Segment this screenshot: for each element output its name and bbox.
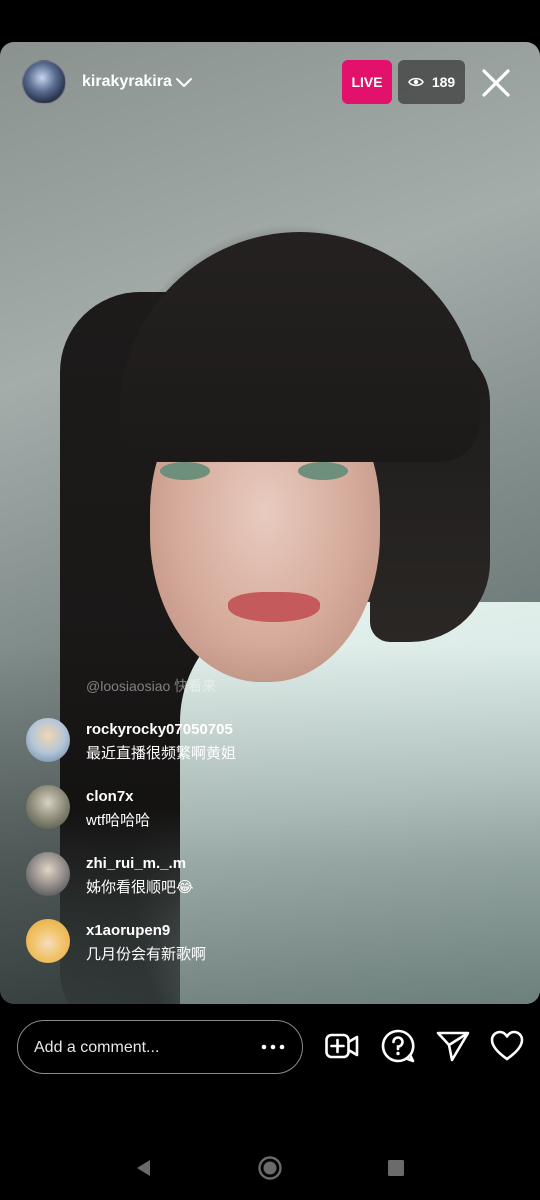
chevron-down-icon[interactable] [174,72,194,92]
comment-input[interactable]: Add a comment... [17,1020,303,1074]
comment-item[interactable]: x1aorupen9 几月份会有新歌啊 [26,917,356,984]
comment-item[interactable]: zhi_rui_m._.m 姊你看很顺吧😂 [26,850,356,917]
question-icon[interactable] [380,1028,416,1064]
home-icon[interactable] [256,1154,284,1182]
comment-text: 姊你看很顺吧😂 [86,879,194,896]
composer-bar: Add a comment... [0,1014,540,1084]
send-icon[interactable] [435,1028,471,1064]
video-watermark: @loosiaosiao 快看来 [86,678,217,694]
live-header: kirakyrakira LIVE 189 [0,58,540,108]
more-dots-icon[interactable] [258,1037,288,1057]
commenter-username[interactable]: x1aorupen9 [86,922,170,939]
commenter-username[interactable]: clon7x [86,788,134,805]
video-eye-right [298,462,348,480]
comment-text: 几月份会有新歌啊 [86,946,207,963]
video-eye-left [160,462,210,480]
commenter-avatar[interactable] [26,718,70,762]
video-mouth [228,592,320,622]
eye-icon [407,77,424,87]
heart-icon[interactable] [489,1028,525,1064]
system-nav-bar [0,1130,540,1200]
comment-item[interactable]: clon7x wtf哈哈哈 [26,783,356,850]
host-username[interactable]: kirakyrakira [82,73,172,91]
comment-item[interactable]: rockyrocky07050705 最近直播很频繁啊黄姐 [26,716,356,783]
recents-icon[interactable] [382,1154,410,1182]
video-bangs [120,232,480,462]
commenter-username[interactable]: zhi_rui_m._.m [86,855,186,872]
add-video-icon[interactable] [324,1028,360,1064]
host-avatar[interactable] [22,60,66,104]
commenter-avatar[interactable] [26,919,70,963]
commenter-avatar[interactable] [26,852,70,896]
comment-placeholder: Add a comment... [34,1039,160,1056]
commenter-username[interactable]: rockyrocky07050705 [86,721,233,738]
viewer-count: 189 [431,74,456,90]
close-icon[interactable] [479,66,513,100]
back-icon[interactable] [130,1154,158,1182]
comment-list: rockyrocky07050705 最近直播很频繁啊黄姐 clon7x wtf… [26,716,356,984]
commenter-avatar[interactable] [26,785,70,829]
comment-text: 最近直播很频繁啊黄姐 [86,745,237,762]
viewer-count-badge[interactable]: 189 [398,60,465,104]
live-badge: LIVE [342,60,392,104]
comment-text: wtf哈哈哈 [86,812,151,829]
